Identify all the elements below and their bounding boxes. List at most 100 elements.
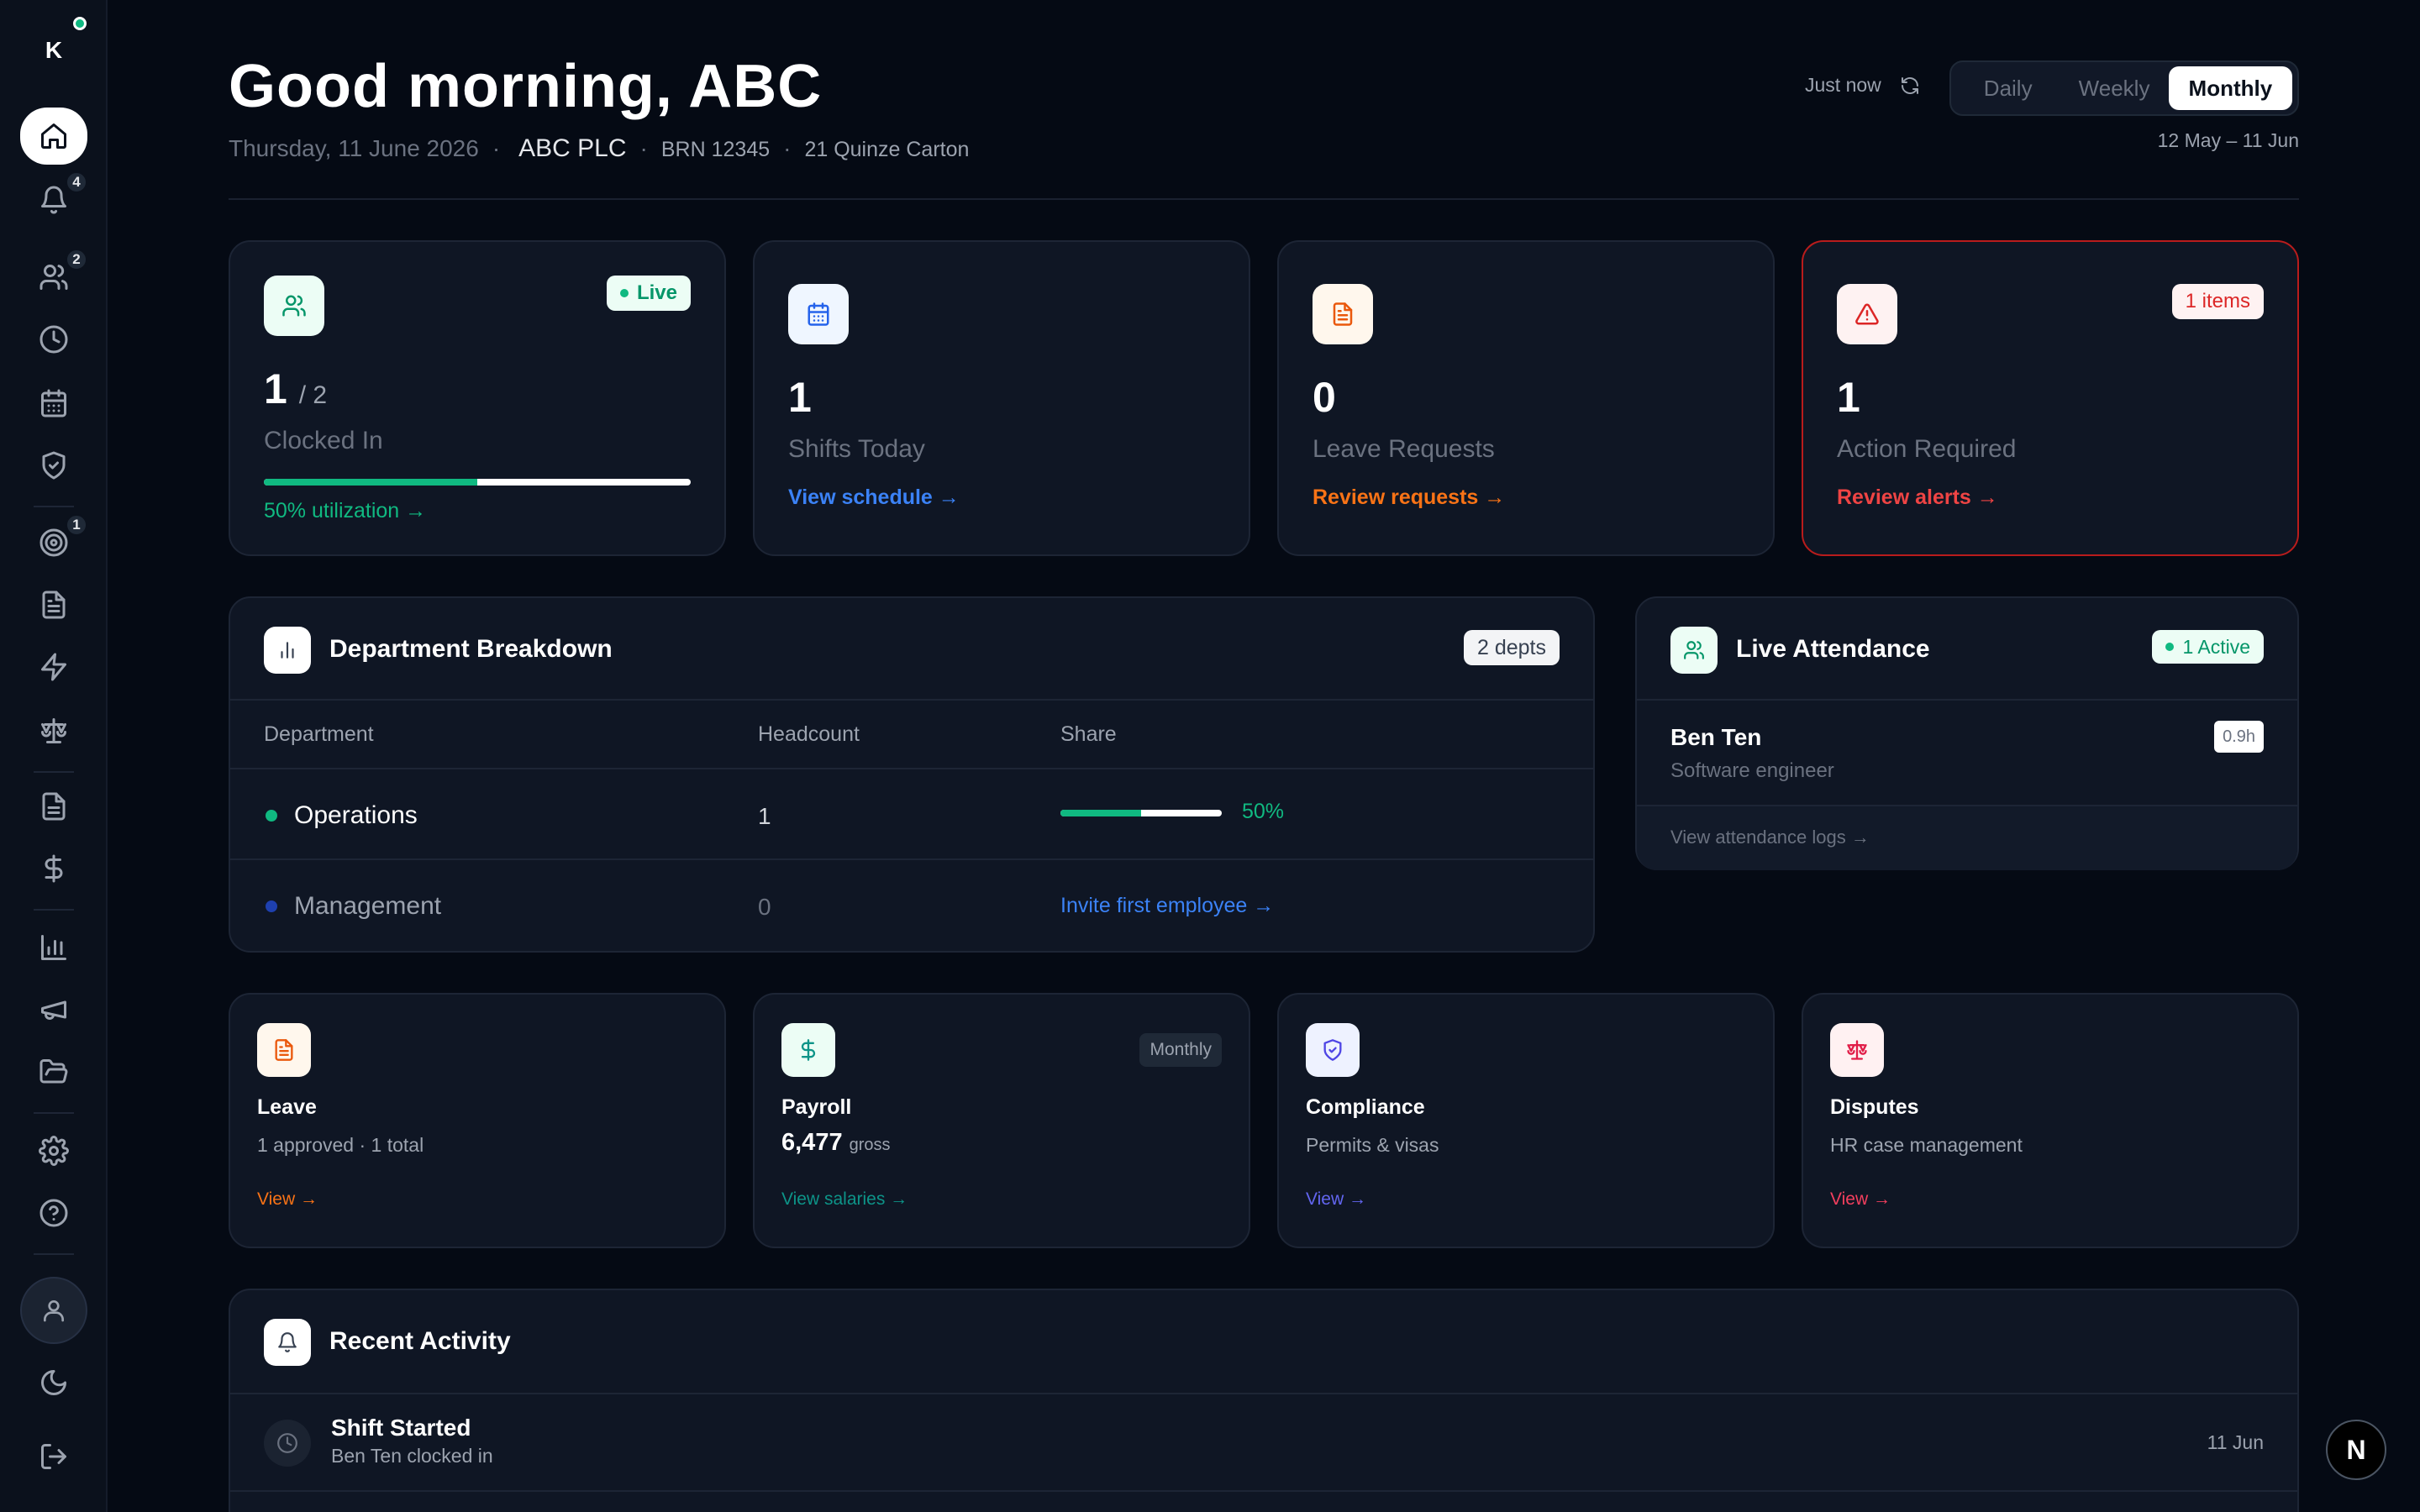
nav-separator (34, 1112, 74, 1114)
separator-dot: · (492, 135, 501, 161)
view-attendance-logs-link[interactable]: View attendance logs → (1670, 827, 1870, 848)
app-logo[interactable]: K (34, 34, 74, 67)
nav-separator (34, 1253, 74, 1255)
table-divider (230, 858, 1593, 860)
company-name: ABC PLC (518, 134, 627, 162)
megaphone-icon (41, 1000, 66, 1020)
profile-button[interactable] (20, 1277, 87, 1344)
nav-reports[interactable] (20, 780, 87, 833)
activity-icon-box (264, 1319, 311, 1366)
active-count-badge: 1 Active (2152, 630, 2264, 664)
utilization-link[interactable]: 50% utilization → (264, 499, 426, 523)
dept-share-bar (1060, 810, 1222, 816)
disputes-module-icon-box (1830, 1023, 1884, 1077)
nav-time[interactable] (20, 312, 87, 366)
nav-team[interactable]: 2 (20, 249, 87, 304)
brn-number: BRN 12345 (660, 138, 771, 161)
payroll-module-card[interactable]: Monthly Payroll 6,477 gross View salarie… (753, 993, 1250, 1248)
leave-module-title: Leave (257, 1095, 317, 1119)
date-range: 12 May – 11 Jun (2157, 129, 2299, 151)
leave-requests-value: 0 (1313, 374, 1336, 421)
dept-name: Operations (294, 801, 418, 829)
file-text-icon (1333, 302, 1353, 326)
nav-schedule[interactable] (20, 376, 87, 430)
leave-view-link[interactable]: View → (257, 1189, 318, 1210)
dept-headcount: 1 (758, 803, 771, 829)
current-date: Thursday, 11 June 2026 (229, 135, 479, 161)
dept-share-value: 50% (1242, 800, 1285, 823)
dollar-icon (801, 1039, 816, 1061)
shifts-card[interactable]: 1 Shifts Today View schedule → (753, 240, 1250, 556)
view-salaries-link[interactable]: View salaries → (781, 1189, 908, 1210)
panel-divider (230, 1393, 2297, 1394)
document-icon (42, 792, 66, 821)
column-header-headcount: Headcount (758, 722, 860, 746)
nav-settings[interactable] (20, 1124, 87, 1178)
nav-announcements[interactable] (20, 983, 87, 1037)
view-schedule-link[interactable]: View schedule → (788, 486, 960, 510)
gear-icon (39, 1136, 69, 1166)
nav-notifications[interactable]: 4 (20, 171, 87, 227)
clocked-in-count: 1 (264, 365, 287, 412)
page-title: Good morning, ABC (229, 53, 823, 120)
period-daily[interactable]: Daily (1956, 66, 2060, 110)
help-circle-icon (39, 1199, 68, 1227)
action-required-card[interactable]: 1 items 1 Action Required Review alerts … (1802, 240, 2299, 556)
alert-icon-box (1837, 284, 1897, 344)
online-status-dot (73, 17, 87, 30)
payroll-period-badge: Monthly (1139, 1033, 1222, 1067)
nav-help[interactable] (20, 1186, 87, 1240)
disputes-module-card[interactable]: Disputes HR case management View → (1802, 993, 2299, 1248)
refresh-control[interactable]: Just now (1805, 74, 1920, 97)
separator-dot: · (783, 135, 792, 161)
action-required-label: Action Required (1837, 435, 2017, 463)
nav-analytics[interactable] (20, 921, 87, 974)
nav-home[interactable] (20, 108, 87, 165)
nav-goals[interactable]: 1 (20, 514, 87, 570)
period-weekly[interactable]: Weekly (2060, 66, 2168, 110)
bell-icon (41, 186, 66, 214)
nav-automations[interactable] (20, 640, 87, 694)
nav-payroll[interactable] (20, 842, 87, 895)
refresh-icon[interactable] (1900, 76, 1920, 96)
review-requests-link[interactable]: Review requests → (1313, 486, 1505, 510)
theme-toggle[interactable] (20, 1356, 87, 1410)
user-icon (44, 1300, 64, 1322)
nav-compliance[interactable] (20, 438, 87, 492)
dev-tools-button[interactable]: N (2326, 1420, 2386, 1480)
disputes-view-link[interactable]: View → (1830, 1189, 1891, 1210)
invite-employee-link[interactable]: Invite first employee → (1060, 894, 1274, 918)
calendar-icon (41, 389, 66, 417)
period-monthly[interactable]: Monthly (2168, 66, 2293, 110)
compliance-module-card[interactable]: Compliance Permits & visas View → (1277, 993, 1775, 1248)
leave-module-card[interactable]: Leave 1 approved · 1 total View → (229, 993, 726, 1248)
clocked-in-card[interactable]: Live 1 / 2 Clocked In 50% utilization → (229, 240, 726, 556)
panel-divider (1637, 699, 2297, 701)
logout-button[interactable] (20, 1430, 87, 1483)
review-alerts-link[interactable]: Review alerts → (1837, 486, 1998, 510)
leave-requests-card[interactable]: 0 Leave Requests Review requests → (1277, 240, 1775, 556)
dept-color-dot (266, 900, 277, 912)
department-breakdown-panel: Department Breakdown 2 depts Department … (229, 596, 1595, 953)
shield-check-icon (1323, 1039, 1342, 1061)
nav-documents[interactable] (20, 578, 87, 632)
dept-headcount: 0 (758, 894, 771, 920)
nav-files[interactable] (20, 1045, 87, 1099)
column-header-department: Department (264, 722, 374, 746)
file-text-icon (42, 591, 66, 619)
disputes-module-summary: HR case management (1830, 1134, 2023, 1156)
leave-icon-box (1313, 284, 1373, 344)
scale-icon (1847, 1040, 1867, 1060)
recent-activity-title: Recent Activity (329, 1327, 511, 1355)
depts-count-badge: 2 depts (1463, 630, 1560, 665)
nav-disputes[interactable] (20, 704, 87, 758)
leave-requests-label: Leave Requests (1313, 435, 1495, 463)
logout-icon (41, 1444, 66, 1469)
scale-icon (41, 718, 66, 743)
shifts-icon-box (788, 284, 849, 344)
compliance-view-link[interactable]: View → (1306, 1189, 1366, 1210)
clocked-in-label: Clocked In (264, 427, 383, 454)
target-icon (39, 528, 68, 557)
team-badge: 2 (66, 249, 87, 270)
compliance-module-summary: Permits & visas (1306, 1134, 1439, 1156)
